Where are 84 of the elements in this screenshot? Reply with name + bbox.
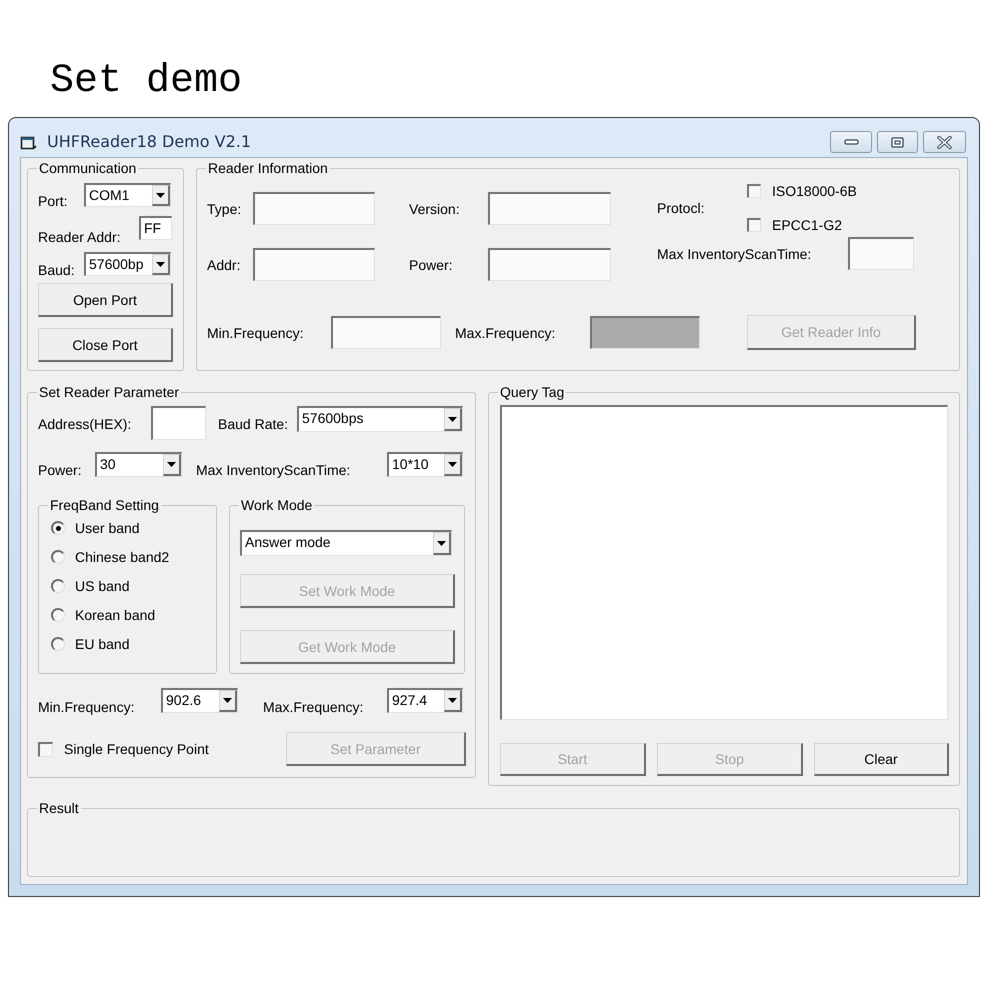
radio-label: EU band [75,636,130,652]
caret-down-icon [156,192,165,198]
page-title: Set demo [50,62,242,102]
radio-button[interactable] [51,637,65,651]
maximize-icon [891,136,904,148]
caret-down-icon [448,462,457,467]
checkbox-label: EPCC1-G2 [772,217,842,233]
radio-button[interactable] [51,550,65,564]
field-label: Protocl: [657,200,706,216]
caret-down-icon [223,698,232,703]
field-label: Version: [409,200,461,216]
checkbox-label: Single Frequency Point [64,741,209,757]
radio-label: User band [75,520,140,536]
dropdown-button[interactable] [152,185,170,206]
caret-down-icon [167,462,176,467]
field-label: Baud Rate: [218,416,290,432]
group-title: Set Reader Parameter [38,384,180,400]
type-field[interactable] [253,192,375,225]
minimize-button[interactable] [830,131,872,153]
field-label: Max InventoryScanTime: [196,462,352,478]
caret-down-icon [156,262,165,266]
field-label: Max InventoryScanTime: [657,246,812,262]
field-label: Min.Frequency: [207,324,304,340]
group-title: Communication [38,160,138,176]
group-title: FreqBand Setting [49,497,160,513]
dropdown-button[interactable] [152,254,170,275]
radio-button[interactable] [51,521,65,535]
radio-label: Korean band [75,607,156,623]
dropdown-button[interactable] [444,408,462,431]
reader-addr-field[interactable]: FF [139,216,172,240]
group-title: Query Tag [499,384,566,400]
caret-down-icon [437,540,446,546]
baud-dropdown[interactable]: 57600bp [84,252,171,276]
checkbox[interactable] [747,184,761,198]
min-frequency-dropdown[interactable]: 902.6 [161,688,238,713]
scan-time-field[interactable] [848,237,914,270]
group-title: Reader Information [207,160,329,176]
field-label: Port: [38,193,69,209]
dropdown-button[interactable] [444,690,462,712]
window-title: UHFReader18 Demo V2.1 [47,134,252,150]
field-label: Address(HEX): [38,416,132,432]
close-button[interactable] [923,131,966,153]
field-label: Addr: [207,256,242,272]
close-port-button[interactable]: Close Port [38,328,173,362]
work-mode-dropdown[interactable]: Answer mode [240,530,452,556]
field-label: Max.Frequency: [263,699,364,715]
checkbox[interactable] [747,218,761,232]
power-field[interactable] [488,248,611,281]
radio-button[interactable] [51,579,65,593]
dropdown-button[interactable] [433,532,451,555]
caret-down-icon [448,416,457,422]
field-label: Max.Frequency: [455,324,556,340]
caret-down-icon [448,698,457,703]
app-window-icon [20,134,37,150]
dropdown-button[interactable] [444,454,462,476]
dropdown-button[interactable] [163,454,181,476]
checkbox-label: ISO18000-6B [772,183,857,199]
radio-label: US band [75,578,130,594]
group-title: Result [38,800,80,816]
field-label: Baud: [38,262,76,278]
max-frequency-dropdown[interactable]: 927.4 [387,688,463,713]
field-label: Power: [38,462,83,478]
address-field[interactable] [151,406,206,440]
radio-label: Chinese band2 [75,549,170,565]
maximize-button[interactable] [877,131,918,153]
field-label: Min.Frequency: [38,699,136,715]
dropdown-button[interactable] [219,690,237,712]
addr-field[interactable] [253,248,375,281]
version-field[interactable] [488,192,611,225]
close-icon [937,136,952,148]
radio-button[interactable] [51,608,65,622]
clear-button[interactable]: Clear [814,743,949,776]
min-frequency-field[interactable] [331,316,441,349]
minimize-icon [844,139,858,145]
group-title: Work Mode [240,497,314,513]
checkbox[interactable] [38,742,53,756]
field-label: Type: [207,200,242,216]
field-label: Reader Addr: [38,229,122,245]
port-dropdown[interactable]: COM1 [84,183,171,207]
open-port-button[interactable]: Open Port [38,283,173,317]
scan-time-dropdown[interactable]: 10*10 [387,452,463,477]
field-label: Power: [409,256,454,272]
power-dropdown[interactable]: 30 [95,452,182,477]
baud-rate-dropdown[interactable]: 57600bps [297,406,463,432]
